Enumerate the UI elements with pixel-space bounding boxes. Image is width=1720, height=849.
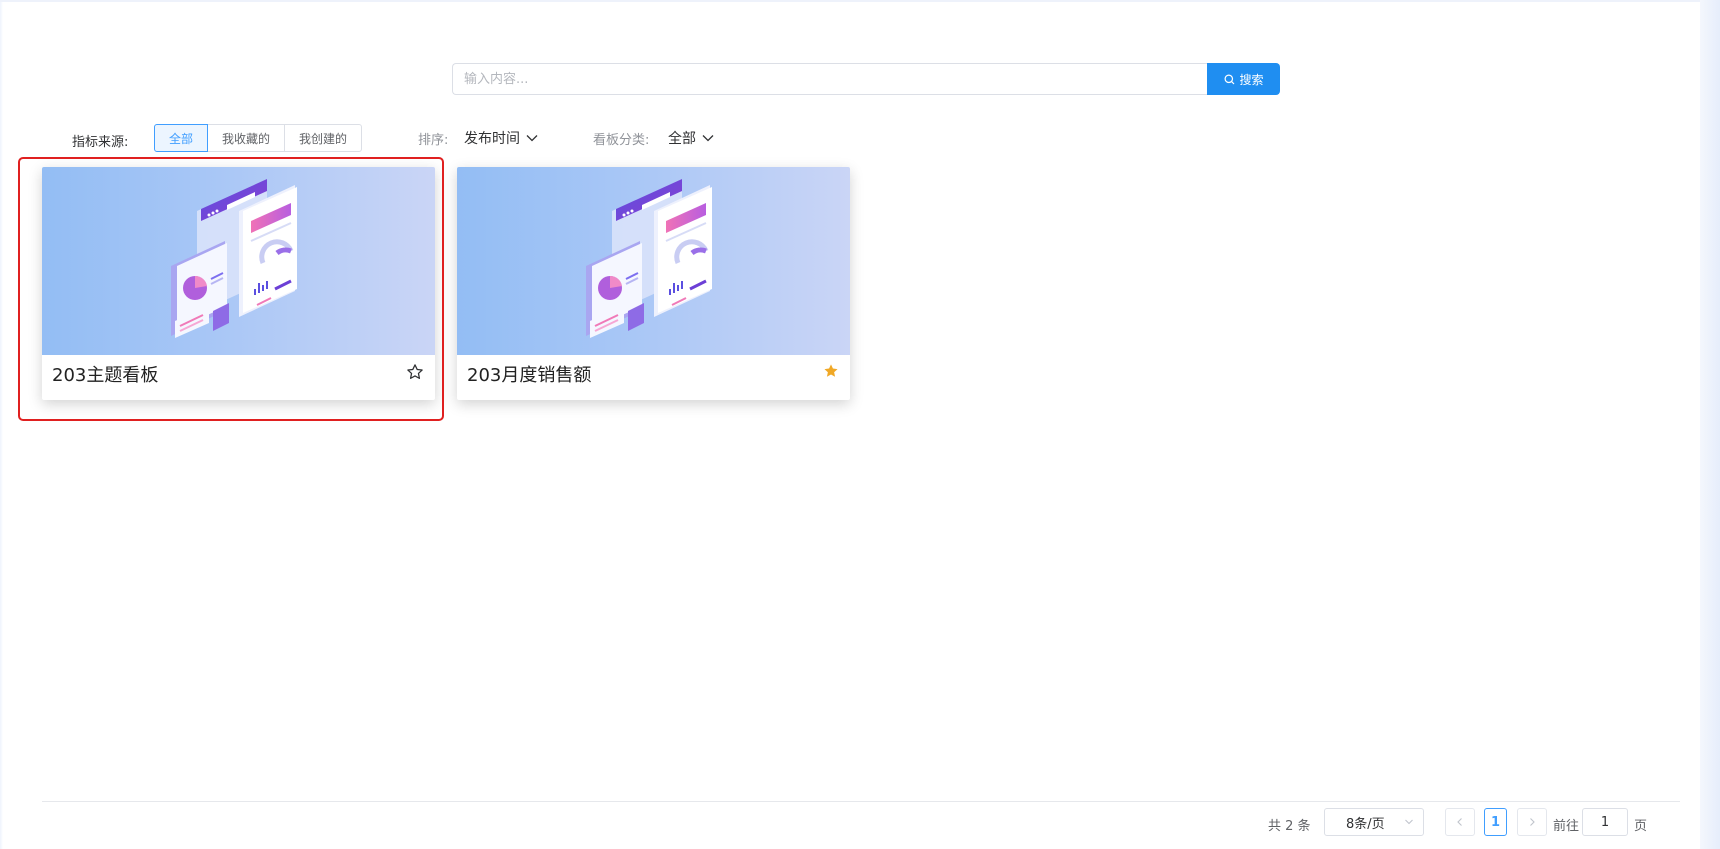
- dashboard-illustration: [171, 179, 297, 338]
- chevron-down-icon: [1405, 819, 1413, 825]
- sort-label: 排序:: [418, 133, 449, 148]
- search-input[interactable]: [452, 63, 1208, 95]
- source-filter-group: 全部 我收藏的 我创建的: [154, 124, 363, 152]
- card-thumbnail: [42, 167, 435, 355]
- page-suffix-label: 页: [1634, 819, 1648, 834]
- top-border: [0, 0, 1720, 2]
- source-option-all[interactable]: 全部: [154, 124, 209, 152]
- search-button-label: 搜索: [1239, 72, 1264, 87]
- goto-page-input[interactable]: [1582, 808, 1628, 836]
- dashboard-illustration: [586, 179, 712, 338]
- page-size-select[interactable]: 8条/页: [1324, 808, 1424, 836]
- sort-dropdown[interactable]: 发布时间: [464, 128, 538, 148]
- chevron-right-icon: [1530, 818, 1535, 826]
- source-filter-label: 指标来源:: [72, 135, 129, 150]
- chevron-down-icon: [702, 135, 714, 142]
- chevron-left-icon: [1457, 818, 1462, 826]
- next-page-button[interactable]: [1517, 808, 1547, 836]
- search-bar: 搜索: [452, 63, 1280, 95]
- source-option-created[interactable]: 我创建的: [284, 124, 363, 152]
- page-size-value: 8条/页: [1346, 816, 1385, 832]
- chevron-down-icon: [526, 135, 538, 142]
- sort-value: 发布时间: [464, 131, 520, 147]
- card-thumbnail: [457, 167, 850, 355]
- dashboard-card[interactable]: 203月度销售额: [457, 167, 850, 400]
- footer-divider: [42, 801, 1680, 802]
- goto-label: 前往: [1553, 819, 1580, 834]
- category-value: 全部: [668, 131, 696, 147]
- total-count: 共 2 条: [1268, 819, 1311, 834]
- prev-page-button[interactable]: [1445, 808, 1475, 836]
- category-label: 看板分类:: [593, 133, 650, 148]
- right-edge-panel: [1700, 0, 1720, 849]
- page-number-button[interactable]: 1: [1484, 808, 1507, 836]
- star-filled-icon[interactable]: [823, 363, 839, 379]
- star-outline-icon[interactable]: [406, 363, 424, 381]
- search-icon: [1224, 74, 1234, 84]
- source-option-favorites[interactable]: 我收藏的: [207, 124, 286, 152]
- search-button[interactable]: 搜索: [1207, 63, 1280, 95]
- card-title: 203月度销售额: [467, 365, 592, 386]
- category-dropdown[interactable]: 全部: [668, 128, 714, 148]
- card-title: 203主题看板: [52, 365, 159, 386]
- dashboard-card[interactable]: 203主题看板: [42, 167, 435, 400]
